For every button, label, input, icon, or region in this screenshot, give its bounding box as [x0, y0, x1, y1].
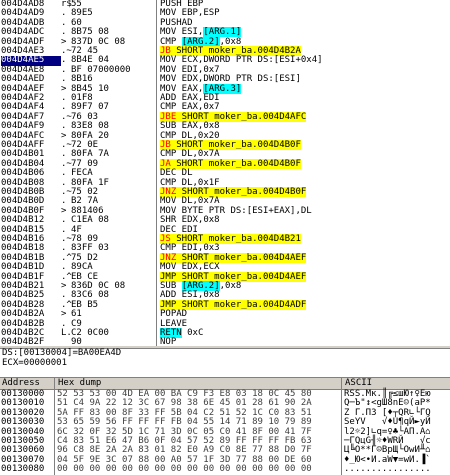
disasm-row[interactable]: 004D4AD8 r$ 55 PUSH EBP: [0, 0, 450, 9]
instruction: NOP: [160, 338, 176, 346]
info-pane: DS:[00130004]=BA00EA4D ECX=00000001: [0, 348, 450, 378]
flow-marker: L.: [61, 328, 72, 338]
instruction-token: ,0x8: [219, 281, 242, 291]
instruction-token: CMP DL,0x7A: [160, 149, 220, 160]
opcode-bytes: C1EA 08: [71, 215, 109, 226]
disasm-address: 004D4B2F: [1, 337, 45, 346]
hex-column-header[interactable]: Hex dump: [58, 378, 101, 388]
address-column-header[interactable]: Address: [2, 378, 40, 388]
disassembly-pane[interactable]: 004D4AD8 r$ 55 PUSH EBP 004D4AD9. 89E5 MOV EBP…: [0, 0, 450, 346]
disasm-row[interactable]: 004D4AF7 .~ 76 03 JBE SHORT moker_ba.004D4A…: [0, 111, 450, 122]
instruction-token: MOV EDX,ECX: [160, 262, 220, 273]
instruction-token: NOP: [160, 337, 177, 346]
info-line-2: ECX=00000001: [2, 358, 68, 368]
info-line-1: DS:[00130004]=BA00EA4D: [2, 348, 122, 358]
opcode-bytes: 61: [71, 309, 82, 320]
dump-address: 00130080: [1, 464, 45, 475]
disasm-row[interactable]: 004D4B04 .~ 77 09 JA SHORT moker_ba.004D4B0…: [0, 158, 450, 169]
disasm-row[interactable]: 004D4AFF .~ 72 0E JB SHORT moker_ba.004D4B0…: [0, 140, 450, 150]
disasm-row[interactable]: 004D4B2C L. C2 0C00 RETN 0xC: [0, 328, 450, 338]
dump-row[interactable]: 00130080 00 00 00 00 00 00 00 00 00 00 00…: [0, 464, 450, 475]
hex-dump-pane[interactable]: Address Hex dump ASCII 00130000 52 53 53 …: [0, 378, 450, 475]
disasm-row[interactable]: 004D4B1B .^ 75 D2 JNZ SHORT moker_ba.004D4A…: [0, 252, 450, 263]
disasm-row[interactable]: 004D4B28 .^ EB B5 JMP SHORT moker_ba.004D4A…: [0, 299, 450, 310]
opcode-bytes: 90: [71, 337, 82, 346]
disasm-row[interactable]: 004D4AF9. 83E8 08 SUB EAX,0x8: [0, 121, 450, 131]
disasm-row[interactable]: 004D4B0F >881406 MOV BYTE PTR DS:[ESI+EAX]…: [0, 206, 450, 216]
dump-ascii: ................: [344, 464, 431, 475]
instruction-token: CMP EAX,0x7: [160, 102, 220, 113]
dump-hex: 00 00 00 00 00 00 00 00 00 00 00 00 00 0…: [57, 464, 312, 475]
opcode-bytes: 89E5: [71, 8, 93, 19]
instruction-token: ADD ESI,0x8: [160, 290, 220, 301]
disasm-row[interactable]: 004D4B2A >61 POPAD: [0, 309, 450, 320]
disasm-row[interactable]: 004D4B21 >836D 0C 08 SUB [ARG.2],0x8: [0, 281, 450, 291]
disasm-row[interactable]: 004D4AEF >8B45 10 MOV EAX,[ARG.3]: [0, 83, 450, 94]
opcode-bytes: EB B5: [71, 299, 99, 310]
disasm-row[interactable]: 004D4B2F 90 NOP: [0, 337, 450, 346]
disasm-row[interactable]: 004D4B0B .~ 75 02 JNZ SHORT moker_ba.004D4B…: [0, 187, 450, 197]
disasm-row[interactable]: 004D4AD9. 89E5 MOV EBP,ESP: [0, 8, 450, 19]
disasm-row[interactable]: 004D4AE5. 8B4E 04 MOV ECX,DWORD PTR DS:[ES…: [0, 55, 450, 66]
disasm-row[interactable]: 004D4B06. FECA DEC DL: [0, 168, 450, 178]
ascii-column-header[interactable]: ASCII: [345, 378, 372, 388]
opcode-bytes: C2 0C00: [71, 328, 109, 338]
disasm-row[interactable]: 004D4B12. C1EA 08 SHR EDX,0x8: [0, 215, 450, 226]
disasm-row[interactable]: 004D4AF2. 01F8 ADD EAX,EDI: [0, 93, 450, 103]
instruction-token: 0xC: [181, 328, 204, 338]
instruction-token: CMP EDI,0x3: [160, 243, 220, 254]
disasm-row[interactable]: 004D4B16 .~ 78 09 JS SHORT moker_ba.004D4B2…: [0, 234, 450, 244]
